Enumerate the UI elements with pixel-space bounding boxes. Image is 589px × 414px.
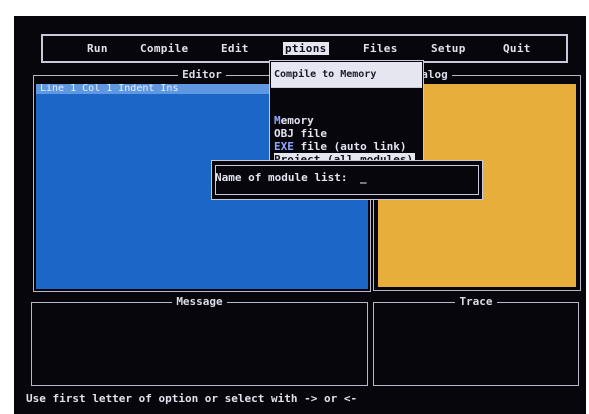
menu-edit[interactable]: Edit	[221, 42, 249, 55]
dialog-title: Dialog	[404, 68, 580, 81]
option-obj-file[interactable]: OBJ file	[274, 127, 327, 140]
message-title: Message	[32, 295, 367, 308]
menu-compile[interactable]: Compile	[140, 42, 188, 55]
menu-options[interactable]: ptions	[283, 42, 329, 55]
option-exe-file[interactable]: EXE file (auto link)	[274, 140, 406, 153]
menu-setup[interactable]: Setup	[431, 42, 466, 55]
menu-files[interactable]: Files	[363, 42, 398, 55]
option-memory[interactable]: Memory	[274, 114, 314, 127]
prompt-label: Name of module list:	[215, 171, 348, 184]
terminal-screen: Run Compile Edit ptions Files Setup Quit…	[14, 16, 586, 414]
main-menu-bar: Run Compile Edit ptions Files Setup Quit	[41, 34, 568, 63]
hint-line: Use first letter of option or select wit…	[26, 392, 358, 405]
trace-title: Trace	[374, 295, 578, 308]
trace-panel: Trace	[373, 295, 579, 386]
module-list-prompt: Name of module list: _	[211, 160, 483, 200]
menu-quit[interactable]: Quit	[503, 42, 531, 55]
menu-run[interactable]: Run	[87, 42, 108, 55]
module-list-input[interactable]: _	[360, 171, 440, 185]
options-header[interactable]: Compile to Memory	[271, 62, 422, 88]
editor-status-line: Line 1 Col 1 Indent Ins	[36, 84, 300, 94]
message-panel: Message	[31, 295, 368, 386]
